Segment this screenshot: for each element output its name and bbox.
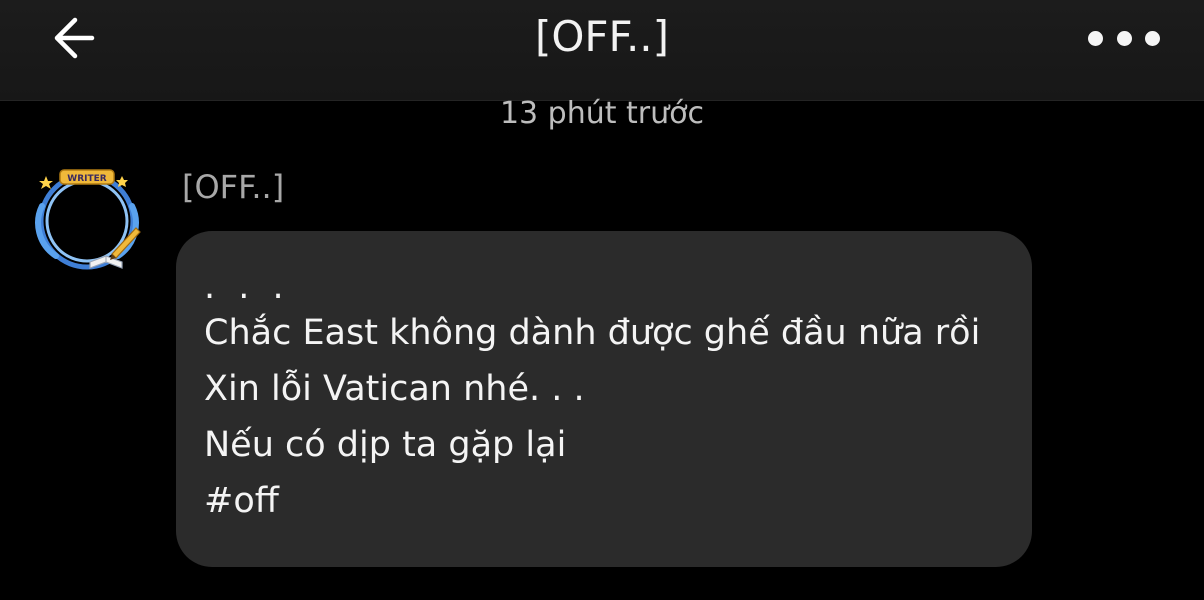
- sender-name: [OFF..]: [182, 168, 285, 206]
- chat-header: [OFF..]: [0, 0, 1204, 101]
- more-horizontal-icon: [1088, 30, 1103, 46]
- message-line: Xin lỗi Vatican nhé. . .: [204, 369, 585, 409]
- back-button[interactable]: [38, 4, 110, 72]
- writer-banner-text: WRITER: [67, 174, 106, 184]
- avatar[interactable]: WRITER: [30, 166, 144, 272]
- more-horizontal-icon: [1116, 30, 1132, 46]
- message-line: Chắc East không dành được ghế đầu nữa rồ…: [204, 313, 981, 353]
- more-horizontal-icon: [1145, 30, 1160, 46]
- message-line: . . .: [204, 267, 290, 307]
- arrow-left-icon: [54, 17, 95, 59]
- message-bubble[interactable]: . . . Chắc East không dành được ghế đầu …: [176, 231, 1032, 567]
- writer-avatar-frame: WRITER: [35, 169, 141, 270]
- chat-screen: [OFF..] 13 phút trước WRITER [OFF..] . .…: [0, 0, 1204, 600]
- message-timestamp: 13 phút trước: [499, 96, 705, 131]
- message-line: Nếu có dịp ta gặp lại: [204, 425, 567, 465]
- message-hashtag: #off: [204, 481, 279, 521]
- chat-title: [OFF..]: [534, 12, 670, 61]
- more-options-button[interactable]: [1076, 12, 1172, 64]
